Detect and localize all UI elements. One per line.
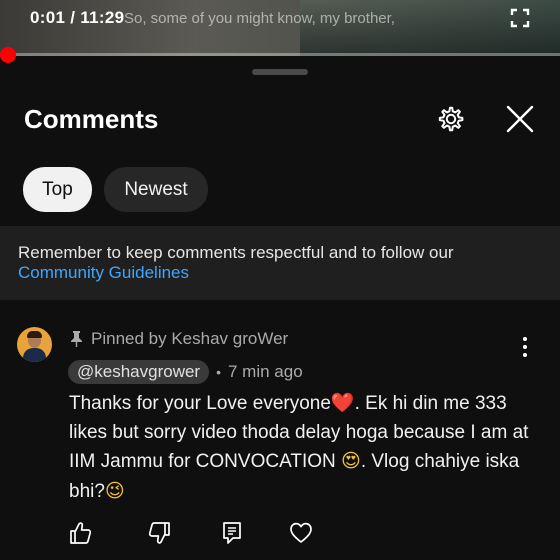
video-caption: So, some of you might know, my brother,: [124, 10, 395, 27]
progress-track[interactable]: [0, 53, 560, 56]
author-handle[interactable]: @keshavgrower: [68, 360, 210, 384]
community-guidelines-link[interactable]: Community Guidelines: [18, 263, 189, 283]
wink-emoji: 😉: [104, 479, 125, 502]
avatar-body: [23, 348, 46, 362]
reply-icon[interactable]: [220, 520, 244, 546]
video-player[interactable]: So, some of you might know, my brother, …: [0, 0, 560, 56]
comment-actions: [68, 520, 328, 550]
guidelines-notice: Remember to keep comments respectful and…: [0, 226, 560, 300]
pinned-label: Pinned by Keshav groWer: [91, 329, 289, 348]
thumbs-up-icon[interactable]: [68, 520, 92, 546]
heart-eyes-emoji: 😍: [341, 450, 361, 472]
fullscreen-icon[interactable]: [510, 8, 530, 28]
filter-chip-top[interactable]: Top: [23, 167, 92, 212]
avatar-hair: [27, 331, 42, 338]
panel-title: Comments: [24, 104, 159, 134]
filter-chip-newest[interactable]: Newest: [104, 167, 208, 212]
comment-meta: @keshavgrower • 7 min ago: [68, 360, 303, 384]
drag-handle[interactable]: [252, 69, 308, 75]
progress-scrubber[interactable]: [0, 47, 16, 63]
comment-text: Thanks for your Love everyone❤️. Ek hi d…: [69, 389, 539, 506]
notice-text: Remember to keep comments respectful and…: [18, 243, 454, 262]
video-time: 0:01 / 11:29: [30, 8, 125, 27]
pin-icon: [71, 331, 82, 347]
thumbs-down-icon[interactable]: [148, 520, 172, 546]
close-icon[interactable]: [505, 104, 535, 134]
comment-text-part: Thanks for your Love everyone: [69, 393, 331, 414]
avatar[interactable]: [17, 327, 52, 362]
gear-icon[interactable]: [436, 104, 466, 134]
more-vertical-icon[interactable]: [518, 336, 532, 358]
pinned-indicator: Pinned by Keshav groWer: [70, 329, 288, 349]
heart-icon[interactable]: [289, 520, 313, 546]
heart-emoji: ❤️: [330, 392, 355, 414]
meta-separator: •: [216, 364, 221, 380]
comment-time: 7 min ago: [228, 362, 303, 381]
